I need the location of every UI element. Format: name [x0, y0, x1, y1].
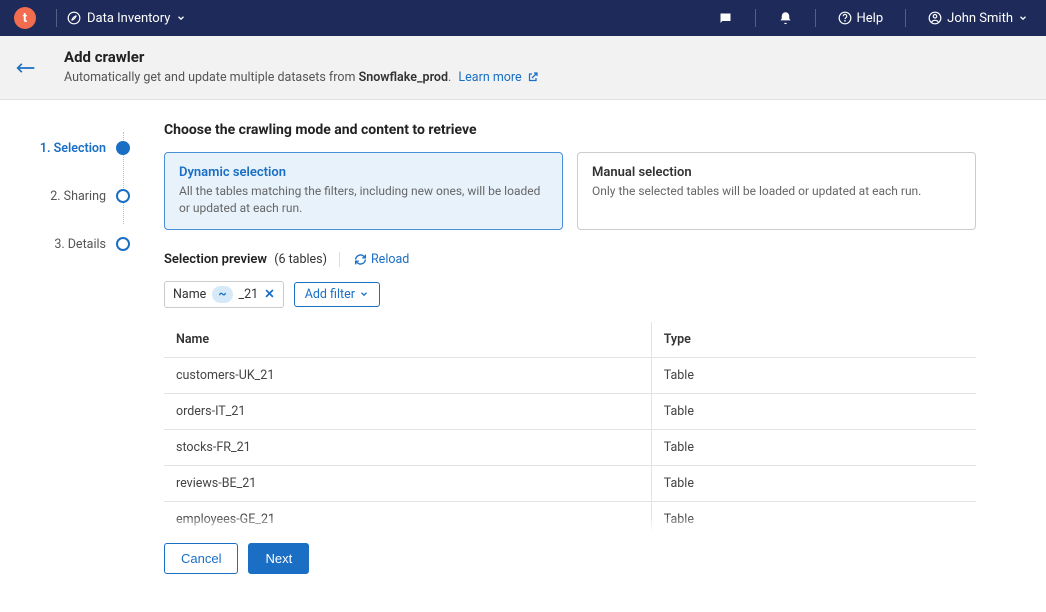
cell-type: Table [651, 357, 976, 393]
table-row[interactable]: reviews-BE_21Table [164, 465, 976, 501]
back-button[interactable] [0, 36, 52, 99]
column-header-type: Type [651, 322, 976, 358]
bell-icon [778, 11, 793, 26]
step-details[interactable]: 3. Details [0, 220, 130, 268]
sub-header: Add crawler Automatically get and update… [0, 36, 1046, 100]
help-icon [838, 11, 852, 25]
page-title: Add crawler [64, 48, 1028, 66]
app-logo[interactable]: t [14, 7, 36, 29]
topbar-right: Help John Smith [714, 9, 1033, 28]
nav-data-inventory[interactable]: Data Inventory [67, 11, 186, 26]
filter-field: Name [173, 287, 206, 302]
step-label: 3. Details [54, 237, 106, 252]
cell-name: orders-IT_21 [164, 393, 651, 429]
card-title: Dynamic selection [179, 165, 548, 180]
arrow-left-icon [16, 61, 36, 75]
card-dynamic-selection[interactable]: Dynamic selection All the tables matchin… [164, 152, 563, 230]
bell-icon-button[interactable] [774, 9, 797, 28]
column-header-name: Name [164, 322, 651, 358]
source-name: Snowflake_prod [359, 70, 448, 85]
cell-type: Table [651, 465, 976, 501]
step-dot-icon [116, 141, 130, 155]
chevron-down-icon [359, 289, 369, 299]
topbar: t Data Inventory Help John Smith [0, 0, 1046, 36]
user-name: John Smith [947, 11, 1013, 26]
filter-value: _21 [239, 287, 259, 302]
cancel-button[interactable]: Cancel [164, 543, 238, 574]
separator [815, 9, 816, 27]
cell-name: customers-UK_21 [164, 357, 651, 393]
step-dot-icon [116, 237, 130, 251]
table-row[interactable]: stocks-FR_21Table [164, 429, 976, 465]
help-label: Help [857, 11, 884, 26]
cell-name: stocks-FR_21 [164, 429, 651, 465]
nav-label: Data Inventory [87, 11, 170, 26]
card-manual-selection[interactable]: Manual selection Only the selected table… [577, 152, 976, 230]
card-title: Manual selection [592, 165, 961, 180]
cell-type: Table [651, 501, 976, 532]
separator [56, 9, 57, 27]
table-row[interactable]: customers-UK_21Table [164, 357, 976, 393]
cell-type: Table [651, 429, 976, 465]
next-button[interactable]: Next [248, 543, 309, 574]
remove-filter-icon[interactable]: ✕ [264, 286, 274, 302]
reload-icon [354, 253, 367, 266]
filter-operator: ~ [212, 286, 232, 303]
user-menu[interactable]: John Smith [924, 9, 1032, 28]
section-heading: Choose the crawling mode and content to … [164, 122, 976, 138]
chevron-down-icon [176, 13, 186, 23]
compass-icon [67, 11, 81, 25]
separator [755, 9, 756, 27]
logo-letter: t [23, 11, 27, 26]
card-subtitle: All the tables matching the filters, inc… [179, 183, 548, 217]
preview-table: Name Type customers-UK_21Tableorders-IT_… [164, 322, 976, 532]
footer: Cancel Next [0, 531, 1046, 586]
cell-name: employees-GE_21 [164, 501, 651, 532]
step-sharing[interactable]: 2. Sharing [0, 172, 130, 220]
chat-icon [718, 11, 733, 26]
cell-type: Table [651, 393, 976, 429]
chat-icon-button[interactable] [714, 9, 737, 28]
cell-name: reviews-BE_21 [164, 465, 651, 501]
separator [905, 9, 906, 27]
step-dot-icon [116, 189, 130, 203]
preview-label: Selection preview (6 tables) [164, 252, 340, 267]
table-row[interactable]: employees-GE_21Table [164, 501, 976, 532]
user-icon [928, 11, 942, 25]
help-button[interactable]: Help [834, 9, 888, 28]
table-row[interactable]: orders-IT_21Table [164, 393, 976, 429]
card-subtitle: Only the selected tables will be loaded … [592, 183, 961, 200]
reload-button[interactable]: Reload [354, 252, 409, 267]
step-label: 2. Sharing [50, 189, 106, 204]
add-filter-button[interactable]: Add filter [294, 282, 380, 307]
filter-chip-name[interactable]: Name ~ _21 ✕ [164, 281, 284, 308]
preview-count: (6 tables) [274, 252, 340, 267]
page-description: Automatically get and update multiple da… [64, 70, 1028, 85]
step-label: 1. Selection [40, 141, 106, 156]
step-selection[interactable]: 1. Selection [0, 124, 130, 172]
chevron-down-icon [1018, 13, 1028, 23]
learn-more-link[interactable]: Learn more [458, 70, 538, 85]
external-link-icon [527, 71, 539, 83]
